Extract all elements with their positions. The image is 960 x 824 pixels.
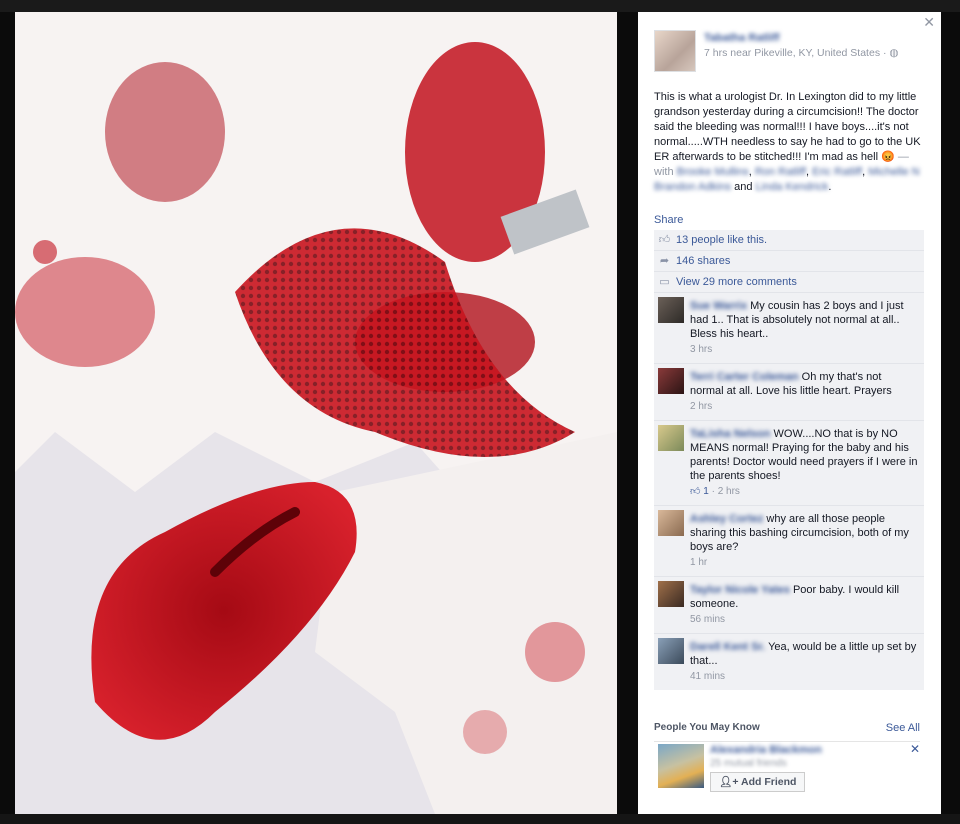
feedback-section: 👍︎ 13 people like this. ➦ 146 shares ▭ V… xyxy=(654,230,924,690)
post-timestamp[interactable]: 7 hrs near Pikeville, KY, United States … xyxy=(704,47,899,59)
share-link[interactable]: Share xyxy=(654,214,683,226)
dismiss-icon[interactable]: ✕ xyxy=(910,742,920,756)
author-avatar[interactable] xyxy=(654,30,696,72)
comment-time[interactable]: 2 hrs xyxy=(690,400,918,414)
shares-row[interactable]: ➦ 146 shares xyxy=(654,251,924,272)
bottom-bar xyxy=(0,814,960,824)
commenter-name[interactable]: Terri Carter Coleman xyxy=(690,371,799,383)
comment-like-icon[interactable]: 👍︎ xyxy=(690,486,700,497)
commenter-avatar[interactable] xyxy=(658,638,684,664)
view-more-comments-row[interactable]: ▭ View 29 more comments xyxy=(654,272,924,293)
post-photo[interactable] xyxy=(15,12,617,814)
tagged-friend[interactable]: Ron Ratliff xyxy=(755,166,806,178)
share-arrow-icon: ➦ xyxy=(659,254,670,267)
top-bar xyxy=(0,0,960,12)
commenter-name[interactable]: Ashley Cortez xyxy=(690,513,763,525)
comment-time[interactable]: 1 hr xyxy=(690,556,918,570)
commenter-name[interactable]: Darell Kent Sr. xyxy=(690,641,765,653)
comment-time[interactable]: 41 mins xyxy=(690,670,918,684)
commenter-avatar[interactable] xyxy=(658,297,684,323)
comment-time[interactable]: 3 hrs xyxy=(690,343,918,357)
pymk-mutual-friends[interactable]: 25 mutual friends xyxy=(710,758,787,769)
comment-item: Sue Warrix My cousin has 2 boys and I ju… xyxy=(654,293,924,364)
comment-item: Ashley Cortez why are all those people s… xyxy=(654,506,924,577)
tagged-and: and xyxy=(734,181,753,193)
tagged-end: . xyxy=(828,181,832,193)
comment-item: Terri Carter Coleman Oh my that's not no… xyxy=(654,364,924,421)
commenter-avatar[interactable] xyxy=(658,581,684,607)
commenter-name[interactable]: Sue Warrix xyxy=(690,300,747,312)
pymk-title: People You May Know xyxy=(654,722,760,733)
post-side-panel: ✕ Tabatha Ratliff 7 hrs near Pikeville, … xyxy=(638,12,941,814)
post-header: Tabatha Ratliff 7 hrs near Pikeville, KY… xyxy=(654,30,914,74)
tagged-friend[interactable]: Brooke Mullins xyxy=(677,166,749,178)
commenter-name[interactable]: Taylor Nicole Yates xyxy=(690,584,790,596)
comment-item: TaLisha Nelson WOW....NO that is by NO M… xyxy=(654,421,924,506)
comment-item: Taylor Nicole Yates Poor baby. I would k… xyxy=(654,577,924,634)
thumbs-up-icon: 👍︎ xyxy=(658,233,671,246)
speech-bubble-icon: ▭ xyxy=(659,275,670,288)
add-friend-label: Add Friend xyxy=(741,776,797,788)
comment-time[interactable]: 56 mins xyxy=(690,613,918,627)
commenter-avatar[interactable] xyxy=(658,425,684,451)
tagged-friend[interactable]: Michelle N xyxy=(868,166,919,178)
comment-time: 👍︎ 1 · 2 hrs xyxy=(690,486,740,497)
commenter-name[interactable]: TaLisha Nelson xyxy=(690,428,770,440)
tagged-friend[interactable]: Linda Kendrick xyxy=(756,181,829,193)
likes-row[interactable]: 👍︎ 13 people like this. xyxy=(654,230,924,251)
tagged-friend[interactable]: Brandon Adkins xyxy=(654,181,731,193)
people-you-may-know-header: People You May Know See All xyxy=(654,720,920,742)
shares-count[interactable]: 146 shares xyxy=(676,251,730,272)
commenter-avatar[interactable] xyxy=(658,510,684,536)
angry-emoji-icon: 😡 xyxy=(881,151,895,163)
pymk-name[interactable]: Alexandria Blackmon xyxy=(710,744,822,756)
pymk-card: Alexandria Blackmon 25 mutual friends ✕ … xyxy=(658,742,920,798)
add-friend-button[interactable]: 👤︎+ Add Friend xyxy=(710,772,806,792)
photo-image xyxy=(15,12,617,814)
close-icon[interactable]: ✕ xyxy=(923,14,935,31)
comment-like-count[interactable]: 1 xyxy=(703,486,709,497)
pymk-avatar[interactable] xyxy=(658,744,704,788)
post-text: This is what a urologist Dr. In Lexingto… xyxy=(654,91,921,193)
see-all-link[interactable]: See All xyxy=(886,722,920,734)
comment-item: Darell Kent Sr. Yea, would be a little u… xyxy=(654,634,924,690)
add-friend-icon: 👤︎+ xyxy=(719,776,739,788)
comment-time-text[interactable]: 2 hrs xyxy=(718,486,740,497)
likes-count[interactable]: 13 people like this. xyxy=(676,230,767,251)
commenter-avatar[interactable] xyxy=(658,368,684,394)
view-more-comments[interactable]: View 29 more comments xyxy=(676,272,797,293)
author-name[interactable]: Tabatha Ratliff xyxy=(704,32,780,44)
tagged-friend[interactable]: Eric Ratliff xyxy=(812,166,862,178)
